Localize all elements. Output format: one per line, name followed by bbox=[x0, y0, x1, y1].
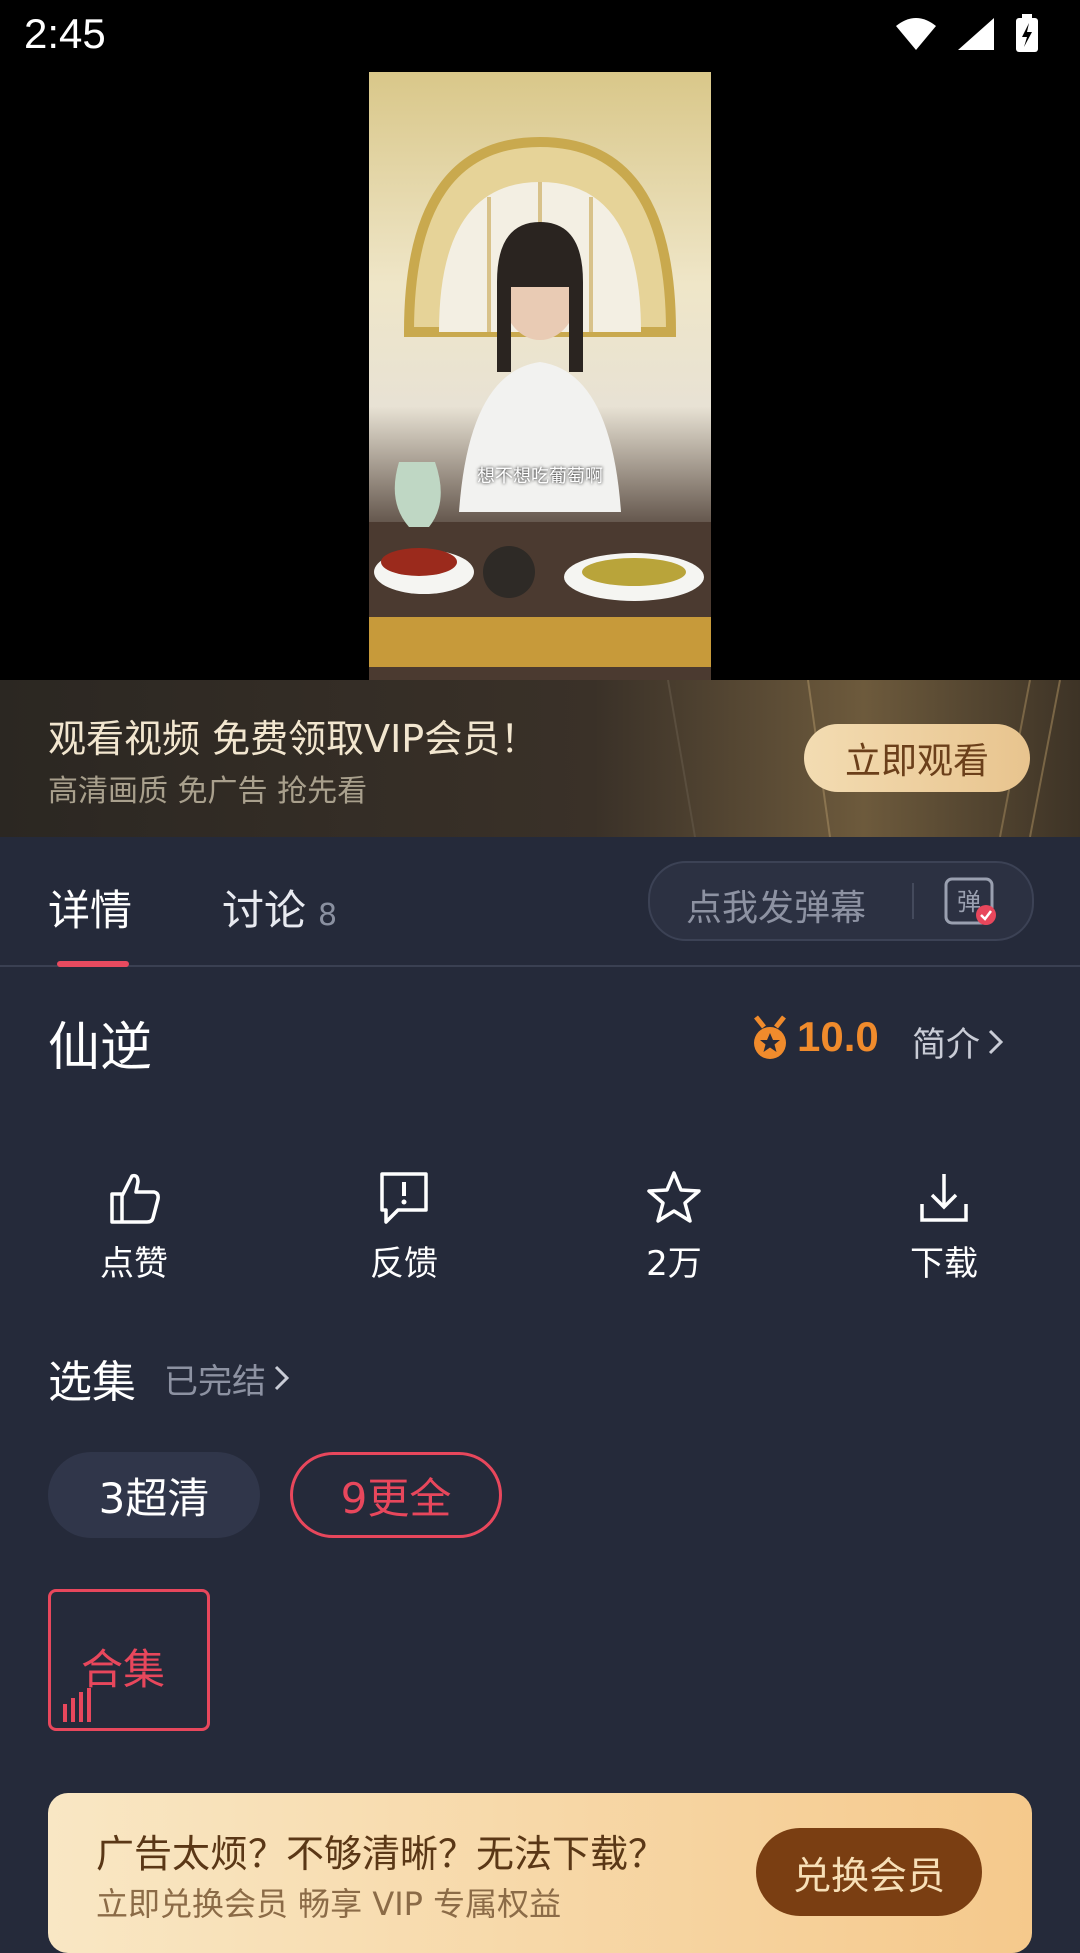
intro-label: 简介 bbox=[912, 1025, 980, 1065]
favorite-button[interactable]: 2万 bbox=[594, 1168, 754, 1285]
feedback-button[interactable]: 反馈 bbox=[324, 1168, 484, 1285]
danmaku-toggle-icon[interactable]: 弹 bbox=[944, 877, 1000, 927]
tab-detail-label: 详情 bbox=[48, 886, 133, 935]
battery-icon bbox=[1016, 14, 1038, 52]
discussion-count: 8 bbox=[318, 898, 338, 933]
thumbs-up-icon bbox=[110, 1173, 160, 1224]
chevron-right-icon bbox=[988, 1029, 1004, 1054]
promo-banner[interactable]: 观看视频 免费领取VIP会员！ 高清画质 免广告 抢先看 立即观看 bbox=[0, 680, 1080, 837]
rating-medal-icon bbox=[754, 1015, 786, 1059]
status-bar: 2:45 bbox=[0, 0, 1080, 72]
promo-title: 观看视频 免费领取VIP会员！ bbox=[48, 717, 539, 761]
favorite-count: 2万 bbox=[646, 1244, 702, 1284]
episodes-status[interactable]: 已完结 bbox=[164, 1354, 292, 1403]
tab-discussion[interactable]: 讨论 8 bbox=[222, 877, 337, 938]
episodes-status-label: 已完结 bbox=[164, 1361, 266, 1402]
watch-now-button[interactable]: 立即观看 bbox=[804, 724, 1030, 792]
promo-subtitle: 高清画质 免广告 抢先看 bbox=[48, 774, 368, 809]
signal-icon bbox=[958, 18, 994, 50]
like-button[interactable]: 点赞 bbox=[54, 1168, 214, 1285]
danmaku-divider bbox=[912, 883, 914, 919]
show-title: 仙逆 bbox=[48, 1018, 153, 1078]
video-player[interactable]: 想不想吃葡萄啊 bbox=[0, 72, 1080, 680]
source-row: 3超清 9更全 bbox=[48, 1452, 502, 1538]
tab-detail[interactable]: 详情 bbox=[48, 877, 132, 938]
playing-bars-icon bbox=[63, 1688, 91, 1722]
wifi-icon bbox=[896, 18, 936, 50]
danmaku-input[interactable]: 点我发弹幕 弹 bbox=[648, 861, 1034, 941]
title-row: 仙逆 10.0 简介 bbox=[0, 967, 1080, 1078]
download-label: 下载 bbox=[910, 1244, 978, 1284]
vip-upgrade-banner[interactable]: 广告太烦？不够清晰？无法下载？ 立即兑换会员 畅享 VIP 专属权益 兑换会员 bbox=[48, 1793, 1032, 1953]
chevron-right-icon bbox=[274, 1365, 290, 1391]
rating-value: 10.0 bbox=[797, 1013, 879, 1060]
video-scene bbox=[369, 136, 711, 680]
episodes-title: 选集 bbox=[48, 1357, 136, 1408]
danmaku-placeholder: 点我发弹幕 bbox=[686, 888, 867, 929]
download-button[interactable]: 下载 bbox=[864, 1168, 1024, 1285]
vip-banner-title: 广告太烦？不够清晰？无法下载？ bbox=[96, 1832, 667, 1876]
collection-card[interactable]: 合集 bbox=[48, 1589, 210, 1731]
star-icon bbox=[647, 1171, 701, 1223]
actions-row: 点赞 反馈 2万 下载 bbox=[0, 1160, 1080, 1284]
feedback-icon bbox=[380, 1172, 428, 1224]
source-chip-more[interactable]: 9更全 bbox=[290, 1452, 502, 1538]
feedback-label: 反馈 bbox=[370, 1244, 438, 1284]
video-subtitle: 想不想吃葡萄啊 bbox=[477, 466, 603, 487]
episodes-header: 选集 已完结 bbox=[48, 1346, 292, 1410]
tabs-bar: 详情 讨论 8 点我发弹幕 弹 bbox=[0, 837, 1080, 967]
vip-banner-subtitle: 立即兑换会员 畅享 VIP 专属权益 bbox=[96, 1885, 562, 1923]
download-icon bbox=[920, 1174, 968, 1222]
video-frame[interactable]: 想不想吃葡萄啊 bbox=[369, 72, 711, 680]
like-label: 点赞 bbox=[100, 1244, 168, 1284]
source-chip-hd[interactable]: 3超清 bbox=[48, 1452, 260, 1538]
status-time: 2:45 bbox=[24, 10, 106, 57]
redeem-vip-button[interactable]: 兑换会员 bbox=[756, 1828, 982, 1916]
intro-link[interactable]: 简介 bbox=[912, 1017, 1006, 1066]
tab-discussion-label: 讨论 bbox=[222, 886, 307, 935]
status-icons bbox=[894, 14, 1040, 54]
